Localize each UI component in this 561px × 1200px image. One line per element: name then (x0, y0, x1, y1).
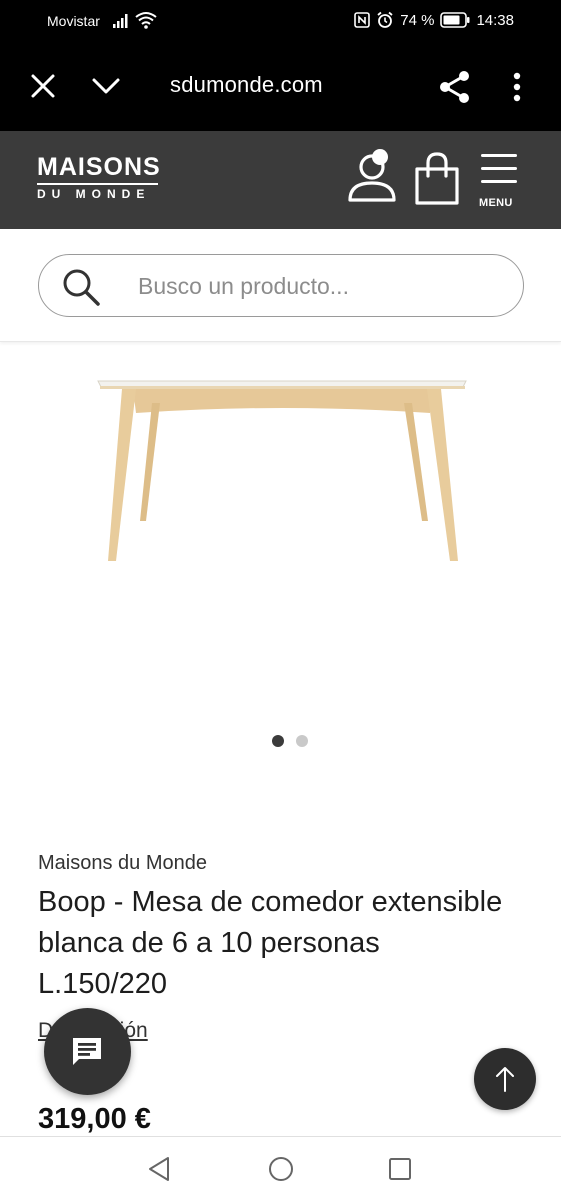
product-image[interactable] (0, 343, 561, 723)
product-brand[interactable]: Maisons du Monde (38, 852, 207, 875)
chevron-down-icon[interactable] (91, 74, 121, 98)
home-circle-icon[interactable] (267, 1155, 295, 1183)
account-icon[interactable] (345, 148, 403, 206)
search-box[interactable] (38, 254, 524, 317)
shopping-bag-icon[interactable] (413, 151, 461, 207)
system-nav-bar (0, 1136, 561, 1200)
logo[interactable]: MAISONS DU MONDE (37, 153, 167, 203)
url-text[interactable]: sdumonde.com (170, 72, 323, 98)
battery-percent: 74 % (400, 11, 435, 29)
clock: 14:38 (476, 11, 514, 29)
carousel-dot-1[interactable] (272, 735, 284, 747)
close-icon[interactable] (30, 73, 56, 99)
search-area (0, 229, 561, 342)
hamburger-icon (481, 154, 517, 184)
product-price: 319,00 € (38, 1103, 151, 1135)
back-triangle-icon[interactable] (146, 1156, 172, 1182)
carousel-dots (0, 735, 561, 749)
share-icon[interactable] (438, 70, 472, 104)
browser-toolbar: sdumonde.com (0, 42, 561, 131)
more-vert-icon[interactable] (507, 71, 527, 103)
arrow-up-icon (496, 1067, 514, 1092)
search-icon[interactable] (61, 267, 101, 307)
recents-square-icon[interactable] (387, 1156, 413, 1182)
menu-button[interactable]: MENU (474, 152, 524, 212)
chat-button[interactable] (44, 1008, 131, 1095)
carrier-name: Movistar (47, 13, 100, 29)
product-title: Boop - Mesa de comedor extensible blanca… (38, 886, 503, 1000)
signal-icon (113, 14, 128, 28)
logo-line1: MAISONS (37, 153, 161, 181)
nfc-icon (354, 12, 371, 28)
carousel-dot-2[interactable] (296, 735, 308, 747)
menu-label: MENU (479, 197, 513, 209)
site-header: MAISONS DU MONDE MENU (0, 131, 561, 229)
chat-icon (73, 1038, 101, 1065)
scroll-top-button[interactable] (474, 1048, 536, 1110)
status-bar: Movistar 74 % 14:38 (0, 0, 561, 42)
wifi-icon (135, 12, 157, 29)
logo-line2: DU MONDE (37, 187, 151, 201)
search-input[interactable] (138, 269, 498, 303)
battery-icon (440, 12, 470, 28)
alarm-icon (377, 11, 393, 28)
table-illustration (97, 380, 467, 561)
